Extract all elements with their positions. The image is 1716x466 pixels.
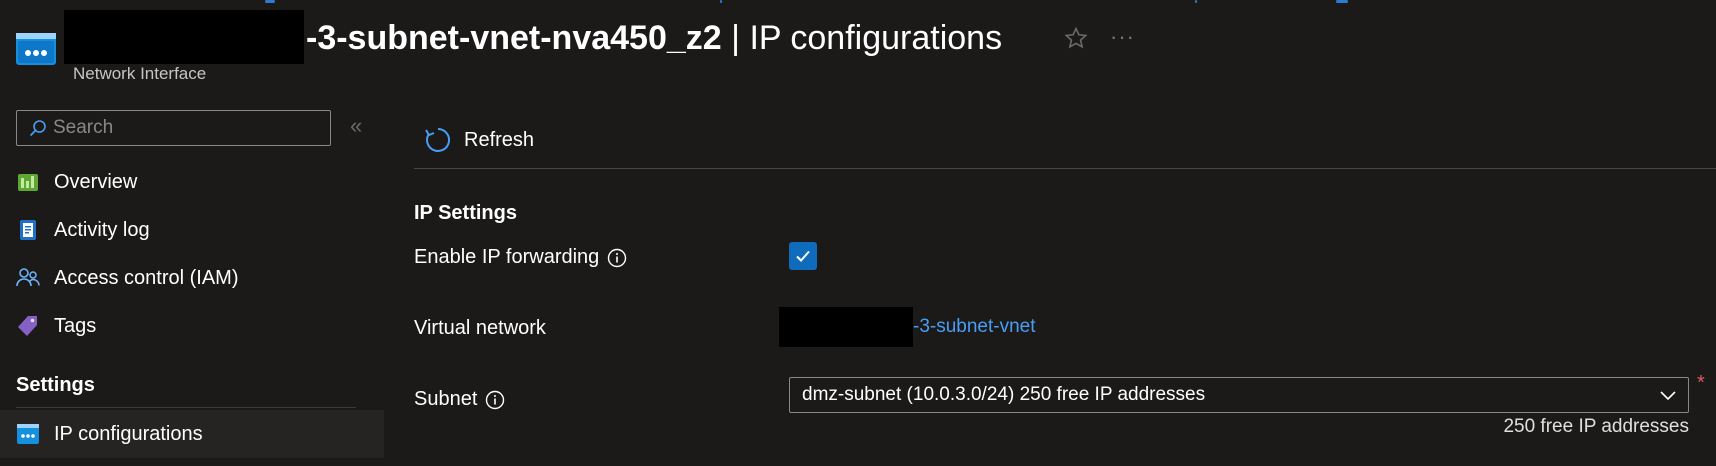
ip-settings-heading: IP Settings: [414, 202, 517, 224]
toolbar-divider: [414, 168, 1716, 169]
sidebar-item-label: Tags: [54, 314, 97, 337]
sidebar-item-label: Activity log: [54, 218, 150, 241]
more-options-icon[interactable]: ···: [1110, 24, 1135, 50]
subnet-dropdown[interactable]: dmz-subnet (10.0.3.0/24) 250 free IP add…: [789, 377, 1689, 413]
refresh-label: Refresh: [464, 128, 535, 151]
activity-log-icon: [16, 218, 40, 242]
network-interface-icon: [16, 422, 40, 446]
sidebar-item-activity-log[interactable]: Activity log: [0, 206, 384, 254]
sidebar-item-label: Access control (IAM): [54, 266, 239, 289]
virtual-network-link[interactable]: -3-subnet-vnet: [913, 316, 1036, 338]
enable-ip-forwarding-checkbox[interactable]: [789, 242, 817, 270]
page-title: -3-subnet-vnet-nva450_z2 | IP configurat…: [306, 16, 1002, 60]
refresh-button[interactable]: Refresh: [424, 126, 534, 154]
chevron-down-icon: [1660, 391, 1676, 401]
subnet-label: Subnet: [414, 388, 505, 411]
subnet-label-text: Subnet: [414, 388, 478, 410]
sidebar-item-overview[interactable]: Overview: [0, 158, 384, 206]
info-icon[interactable]: [607, 248, 627, 268]
info-icon[interactable]: [485, 390, 505, 410]
search-icon: [29, 120, 46, 137]
redacted-title-prefix: [64, 10, 304, 64]
tag-icon: [16, 314, 40, 338]
enable-ip-forwarding-label: Enable IP forwarding: [414, 246, 627, 269]
redacted-vnet-prefix: [779, 307, 913, 347]
network-interface-icon: [16, 33, 56, 65]
page-name: IP configurations: [749, 19, 1003, 57]
people-icon: [16, 266, 40, 290]
collapse-sidebar-icon[interactable]: «: [350, 113, 362, 139]
resource-type: Network Interface: [73, 64, 207, 83]
top-edge-links: [0, 0, 1716, 4]
subnet-selected-value: dmz-subnet (10.0.3.0/24) 250 free IP add…: [802, 384, 1206, 405]
sidebar-section-settings: Settings: [16, 374, 95, 396]
title-separator: |: [731, 19, 740, 57]
sidebar-item-access-control[interactable]: Access control (IAM): [0, 254, 384, 302]
refresh-icon: [425, 128, 450, 152]
enable-ip-forwarding-text: Enable IP forwarding: [414, 246, 600, 268]
sidebar-item-label: IP configurations: [54, 422, 203, 445]
search-input[interactable]: [53, 117, 323, 139]
subnet-free-ip-hint: 250 free IP addresses: [1503, 416, 1689, 437]
overview-icon: [16, 170, 40, 194]
virtual-network-label: Virtual network: [414, 317, 546, 339]
required-marker: *: [1697, 372, 1705, 394]
resource-name: -3-subnet-vnet-nva450_z2: [306, 19, 722, 57]
sidebar-item-label: Overview: [54, 170, 138, 193]
search-box[interactable]: [16, 110, 331, 146]
checkmark-icon: [796, 250, 810, 262]
sidebar-item-ip-configurations[interactable]: IP configurations: [0, 410, 384, 458]
section-divider: [16, 407, 356, 408]
favorite-star-icon[interactable]: [1064, 26, 1088, 50]
sidebar-item-tags[interactable]: Tags: [0, 302, 384, 350]
